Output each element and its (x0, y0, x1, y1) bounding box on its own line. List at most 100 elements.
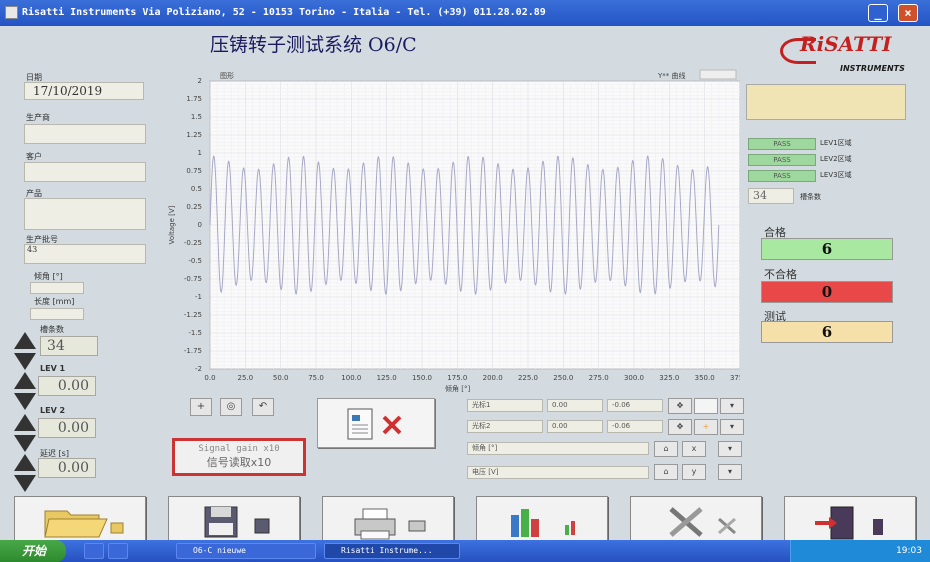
cursor2-menu-icon[interactable]: ▾ (720, 419, 744, 435)
lev1-label: LEV 1 (40, 364, 66, 373)
signal-gain-indicator[interactable]: Signal gain x10 信号读取x10 (172, 438, 306, 476)
x-tick-label: 325.0 (659, 374, 679, 382)
report-delete-icon (347, 408, 402, 440)
app-icon (5, 6, 18, 19)
quicklaunch-icon[interactable] (84, 543, 104, 559)
settings-button[interactable] (630, 496, 762, 542)
main-panel: 压铸转子测试系统 O6/C RiSATTI INSTRUMENTS 日期 17/… (0, 26, 930, 542)
taskbar-item-o6c[interactable]: O6-C nieuwe (176, 543, 316, 559)
system-tray: 19:03 (790, 540, 930, 562)
status-display (746, 84, 906, 120)
y-axis-format-icon[interactable]: y (682, 464, 706, 480)
open-button[interactable] (14, 496, 146, 542)
window-titlebar: Risatti Instruments Via Poliziano, 52 - … (0, 0, 930, 26)
bar-chart-icon (511, 509, 575, 537)
undo-tool-button[interactable]: ↶ (252, 398, 274, 416)
slot-count-field: 34 (748, 188, 794, 204)
pan-tool-button[interactable]: ◎ (220, 398, 242, 416)
minimize-button[interactable]: _ (868, 4, 888, 22)
cursor2-crosshair-icon[interactable]: + (694, 419, 718, 435)
lev1-stepper[interactable] (14, 372, 36, 412)
slots-stepper[interactable] (14, 332, 36, 372)
zoom-tool-button[interactable]: + (190, 398, 212, 416)
signal-gain-line2: 信号读取x10 (206, 456, 272, 469)
exit-button[interactable] (784, 496, 916, 542)
cursor1-color[interactable] (694, 398, 718, 414)
axis-format-icon[interactable]: x (682, 441, 706, 457)
customer-field[interactable] (24, 162, 146, 182)
axis-scale-icon[interactable]: ▾ (718, 441, 742, 457)
page-title: 压铸转子测试系统 O6/C (210, 34, 417, 56)
product-code-field[interactable]: 43 (24, 244, 146, 264)
save-button[interactable] (168, 496, 300, 542)
y-tick-label: 0.25 (186, 203, 202, 211)
statistics-button[interactable] (476, 496, 608, 542)
lev2-field[interactable]: 0.00 (38, 418, 96, 438)
y-axis-lock-icon[interactable]: ⌂ (654, 464, 678, 480)
x-tick-label: 25.0 (238, 374, 254, 382)
ko-counter: 0 (761, 281, 893, 303)
cursor2-y[interactable]: -0.06 (607, 420, 663, 433)
lev2-stepper[interactable] (14, 414, 36, 454)
close-button[interactable]: × (898, 4, 918, 22)
arrow-down-icon[interactable] (14, 353, 36, 370)
y-tick-label: -1.25 (184, 311, 202, 319)
ok-counter: 6 (761, 238, 893, 260)
taskbar: 开始 O6-C nieuwe Risatti Instrume... 19:03 (0, 540, 930, 562)
arrow-down-icon[interactable] (14, 475, 36, 492)
angle-axis-label: 倾角 [°] (467, 442, 649, 455)
y-tick-label: 1.75 (186, 95, 202, 103)
y-tick-label: -0.25 (184, 239, 202, 247)
arrow-up-icon[interactable] (14, 332, 36, 349)
start-button[interactable]: 开始 (0, 540, 66, 562)
slot-count-label: 槽条数 (800, 193, 821, 201)
taskbar-item-risatti[interactable]: Risatti Instrume... (324, 543, 460, 559)
arrow-down-icon[interactable] (14, 435, 36, 452)
x-tick-label: 150.0 (412, 374, 432, 382)
product-field[interactable] (24, 198, 146, 230)
window-title: Risatti Instruments Via Poliziano, 52 - … (22, 7, 546, 18)
lev3-pass-badge: PASS (748, 170, 816, 182)
arrow-up-icon[interactable] (14, 414, 36, 431)
y-tick-label: 2 (198, 77, 202, 85)
arrow-up-icon[interactable] (14, 372, 36, 389)
producer-label: 生产商 (26, 113, 50, 122)
y-tick-label: -0.75 (184, 275, 202, 283)
cursor1-x[interactable]: 0.00 (547, 399, 603, 412)
date-field[interactable]: 17/10/2019 (24, 82, 144, 100)
x-tick-label: 350.0 (695, 374, 715, 382)
y-tick-label: 1.25 (186, 131, 202, 139)
risatti-logo: RiSATTI INSTRUMENTS (778, 28, 928, 76)
producer-field[interactable] (24, 124, 146, 144)
x-tick-label: 300.0 (624, 374, 644, 382)
length-field[interactable] (30, 308, 84, 320)
cursor1-move-icon[interactable]: ✥ (668, 398, 692, 414)
axis-lock-icon[interactable]: ⌂ (654, 441, 678, 457)
lev2-label: LEV 2 (40, 406, 66, 415)
cursor2-move-icon[interactable]: ✥ (668, 419, 692, 435)
cursor1-y[interactable]: -0.06 (607, 399, 663, 412)
x-tick-label: 275.0 (589, 374, 609, 382)
arrow-up-icon[interactable] (14, 454, 36, 471)
y-tick-label: -1 (195, 293, 202, 301)
slots-label: 槽条数 (40, 325, 64, 334)
arrow-down-icon[interactable] (14, 393, 36, 410)
print-button[interactable] (322, 496, 454, 542)
lev1-pass-badge: PASS (748, 138, 816, 150)
quicklaunch-icon[interactable] (108, 543, 128, 559)
cursor2-x[interactable]: 0.00 (547, 420, 603, 433)
x-tick-label: 100.0 (341, 374, 361, 382)
angle-field[interactable] (30, 282, 84, 294)
y-tick-label: 0.5 (191, 185, 202, 193)
folder-icon (44, 510, 124, 538)
printer-icon (354, 508, 426, 540)
cursor1-menu-icon[interactable]: ▾ (720, 398, 744, 414)
y-tick-label: 0.75 (186, 167, 202, 175)
lev1-pass-label: LEV1区域 (820, 139, 852, 147)
slots-field[interactable]: 34 (40, 336, 98, 356)
y-axis-scale-icon[interactable]: ▾ (718, 464, 742, 480)
delay-stepper[interactable] (14, 454, 36, 494)
delay-field[interactable]: 0.00 (38, 458, 96, 478)
report-delete-button[interactable] (317, 398, 435, 448)
lev1-field[interactable]: 0.00 (38, 376, 96, 396)
